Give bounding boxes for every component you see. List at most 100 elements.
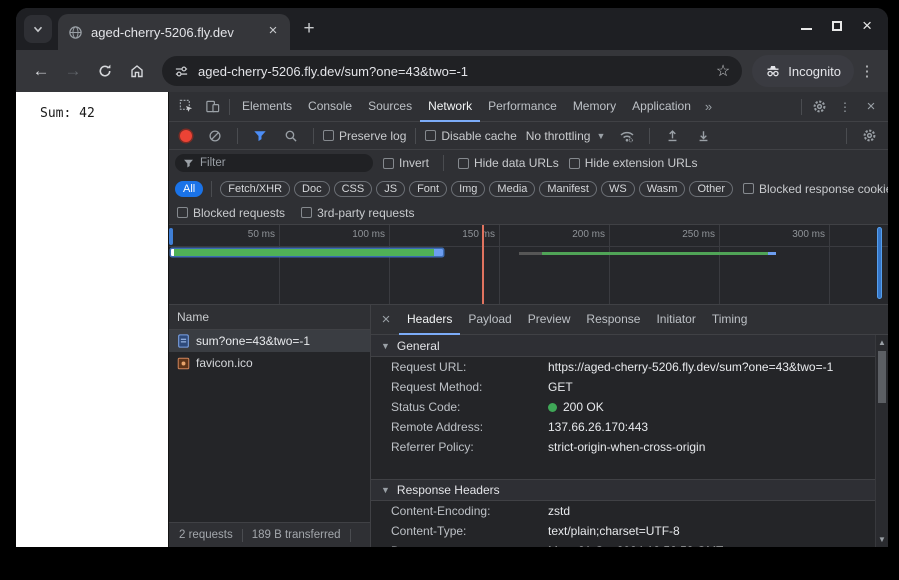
filter-chip-js[interactable]: JS <box>376 181 405 197</box>
devtools-tabbar: Elements Console Sources Network Perform… <box>169 92 888 122</box>
overview-left-handle[interactable] <box>169 228 173 245</box>
filter-chip-other[interactable]: Other <box>689 181 733 197</box>
network-settings-button[interactable] <box>856 122 882 149</box>
tab-close-icon[interactable]: × <box>264 23 282 41</box>
details-tab-timing[interactable]: Timing <box>704 305 756 335</box>
new-tab-button[interactable]: + <box>296 16 322 42</box>
filter-chip-manifest[interactable]: Manifest <box>539 181 597 197</box>
window-close-icon[interactable]: × <box>862 21 872 31</box>
filter-chip-fetch-xhr[interactable]: Fetch/XHR <box>220 181 290 197</box>
checkbox-icon[interactable] <box>383 158 394 169</box>
filter-chip-img[interactable]: Img <box>451 181 485 197</box>
name-column-header[interactable]: Name <box>169 305 370 330</box>
third-party-requests-checkbox[interactable]: 3rd-party requests <box>301 206 414 220</box>
filter-chip-css[interactable]: CSS <box>334 181 373 197</box>
document-icon <box>177 334 190 348</box>
throttling-dropdown[interactable]: No throttling ▼ <box>522 129 610 143</box>
scroll-down-icon[interactable]: ▼ <box>876 535 888 544</box>
blocked-response-cookies-checkbox[interactable]: Blocked response cookies <box>743 182 888 196</box>
divider <box>649 128 650 144</box>
divider <box>229 99 230 115</box>
request-row-sum[interactable]: sum?one=43&two=-1 <box>169 330 370 352</box>
devtools-tab-application[interactable]: Application <box>624 92 699 122</box>
hide-data-urls-checkbox[interactable]: Hide data URLs <box>458 156 559 170</box>
import-har-button[interactable] <box>659 122 685 149</box>
details-tab-response[interactable]: Response <box>578 305 648 335</box>
devtools-tab-elements[interactable]: Elements <box>234 92 300 122</box>
record-network-log-button[interactable] <box>180 130 192 142</box>
devtools-tab-network[interactable]: Network <box>420 92 480 122</box>
forward-button[interactable]: → <box>58 56 88 86</box>
browser-menu-icon[interactable]: ⋮ <box>856 62 878 80</box>
filter-chip-wasm[interactable]: Wasm <box>639 181 686 197</box>
site-settings-icon[interactable] <box>174 64 189 79</box>
devtools-settings-button[interactable] <box>806 92 832 121</box>
filter-chip-font[interactable]: Font <box>409 181 447 197</box>
scrollbar-thumb[interactable] <box>878 351 886 403</box>
network-conditions-button[interactable] <box>614 122 640 149</box>
waterfall-bar-document[interactable] <box>171 249 443 256</box>
scroll-up-icon[interactable]: ▲ <box>876 338 888 347</box>
maximize-icon[interactable] <box>832 21 842 31</box>
disable-cache-checkbox[interactable]: Disable cache <box>425 129 516 143</box>
divider <box>415 128 416 144</box>
checkbox-icon[interactable] <box>323 130 334 141</box>
more-panels-icon[interactable]: » <box>699 99 718 114</box>
request-row-favicon[interactable]: favicon.ico <box>169 352 370 374</box>
network-main-area: Name sum?one=43&two=-1 <box>169 305 888 547</box>
devtools-tab-sources[interactable]: Sources <box>360 92 420 122</box>
response-headers-section-header[interactable]: ▼ Response Headers <box>371 479 875 501</box>
filter-chip-all[interactable]: All <box>175 181 203 197</box>
minimize-icon[interactable] <box>801 22 812 30</box>
close-details-icon[interactable]: × <box>373 305 399 334</box>
hide-extension-urls-checkbox[interactable]: Hide extension URLs <box>569 156 698 170</box>
invert-checkbox[interactable]: Invert <box>383 156 429 170</box>
filter-chip-media[interactable]: Media <box>489 181 535 197</box>
general-section-header[interactable]: ▼ General <box>371 335 875 357</box>
home-icon <box>129 63 145 79</box>
back-button[interactable]: ← <box>26 56 56 86</box>
browser-tab[interactable]: aged-cherry-5206.fly.dev × <box>58 14 290 50</box>
clear-network-log-button[interactable] <box>202 122 228 149</box>
home-button[interactable] <box>122 56 152 86</box>
checkbox-icon[interactable] <box>458 158 469 169</box>
inspect-element-button[interactable] <box>173 92 199 121</box>
waterfall-bar-favicon[interactable] <box>519 252 776 255</box>
wifi-gear-icon <box>619 128 635 144</box>
overview-right-handle[interactable] <box>877 227 882 299</box>
preserve-log-checkbox[interactable]: Preserve log <box>323 129 406 143</box>
url-text[interactable]: aged-cherry-5206.fly.dev/sum?one=43&two=… <box>198 64 707 79</box>
devtools-close-icon[interactable]: × <box>858 92 884 121</box>
gridline <box>609 225 610 304</box>
details-tab-initiator[interactable]: Initiator <box>648 305 703 335</box>
reload-button[interactable] <box>90 56 120 86</box>
checkbox-icon[interactable] <box>743 183 754 194</box>
bookmark-star-icon[interactable]: ☆ <box>716 61 730 81</box>
filter-toggle-button[interactable] <box>247 122 273 149</box>
devtools-tab-memory[interactable]: Memory <box>565 92 624 122</box>
details-tab-headers[interactable]: Headers <box>399 305 460 335</box>
filter-chip-ws[interactable]: WS <box>601 181 635 197</box>
blocked-requests-checkbox[interactable]: Blocked requests <box>177 206 285 220</box>
filter-input[interactable] <box>200 157 365 169</box>
filter-chip-doc[interactable]: Doc <box>294 181 330 197</box>
checkbox-icon[interactable] <box>425 130 436 141</box>
checkbox-icon[interactable] <box>301 207 312 218</box>
request-name: sum?one=43&two=-1 <box>196 334 310 348</box>
devtools-tab-console[interactable]: Console <box>300 92 360 122</box>
export-har-button[interactable] <box>690 122 716 149</box>
filter-input-pill[interactable] <box>175 154 373 172</box>
details-tab-payload[interactable]: Payload <box>460 305 519 335</box>
checkbox-icon[interactable] <box>177 207 188 218</box>
devtools-tab-performance[interactable]: Performance <box>480 92 565 122</box>
devtools-menu-icon[interactable]: ⋮ <box>832 92 858 121</box>
network-overview-timeline[interactable]: 50 ms 100 ms 150 ms 200 ms 250 ms 300 ms <box>169 225 888 305</box>
tab-search-button[interactable] <box>24 15 52 43</box>
details-tab-preview[interactable]: Preview <box>520 305 579 335</box>
device-toolbar-button[interactable] <box>199 92 225 121</box>
omnibox[interactable]: aged-cherry-5206.fly.dev/sum?one=43&two=… <box>162 56 742 86</box>
search-button[interactable] <box>278 122 304 149</box>
details-scrollbar[interactable]: ▲ ▼ <box>875 335 888 547</box>
ruler-line <box>169 246 888 247</box>
checkbox-icon[interactable] <box>569 158 580 169</box>
